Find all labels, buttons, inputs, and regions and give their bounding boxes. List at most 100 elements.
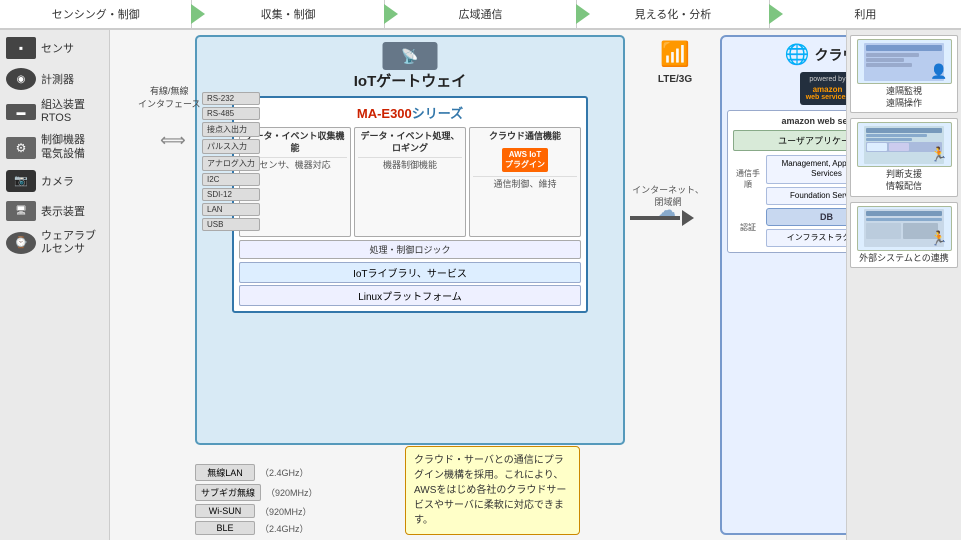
header-label-5: 利用: [854, 6, 876, 22]
iot-gateway-title: IoTゲートウェイ: [202, 70, 618, 91]
port-usb: USB: [202, 218, 260, 231]
external-img: 🏃: [857, 206, 952, 251]
ma-col3-title: クラウド通信機能: [473, 131, 577, 143]
sidebar-item-embedded: ▬ 組込装置RTOS: [3, 97, 106, 127]
cloud-popup: クラウド・サーバとの通信にプラグイン機構を採用。これにより、AWSをはじめ各社の…: [405, 446, 580, 535]
aws-left-label-2: 認証: [733, 222, 763, 233]
port-rs232: RS-232: [202, 92, 260, 105]
left-sidebar: ▪ センサ ◉ 計測器 ▬ 組込装置RTOS ⚙ 制御機器電気設備 📷 カメラ …: [0, 30, 110, 540]
ma-e300-title-prefix: MA-E300: [357, 106, 412, 121]
cloud-title-area: 🌐 クラウド: [727, 42, 846, 67]
wireless-label-4: BLE: [195, 521, 255, 535]
decision-img: 🏃: [857, 122, 952, 167]
meter-label: 計測器: [41, 71, 74, 87]
management-service-box: Management, Application Services: [766, 155, 846, 184]
gateway-router-icon: 📡: [383, 42, 438, 70]
header-label-2: 収集・制御: [261, 6, 316, 22]
embedded-label: 組込装置RTOS: [41, 99, 85, 125]
header-section-3: 広域通信: [385, 0, 577, 28]
header-section-2: 収集・制御: [192, 0, 384, 28]
control-label: 制御機器電気設備: [41, 134, 85, 160]
aws-logo-area: powered by amazon web services: [727, 72, 846, 105]
wireless-section: 無線LAN （2.4GHz） サブギガ無線 （920MHz） Wi-SUN （9…: [195, 464, 395, 535]
interface-arrow: ⟺: [160, 130, 186, 151]
ma-col-3: クラウド通信機能 AWS IoTプラグイン 通信制御、維持: [469, 127, 581, 237]
port-lan: LAN: [202, 203, 260, 216]
remote-label: 遠隔監視遠隔操作: [886, 86, 922, 109]
powered-by-text: powered by: [809, 76, 845, 83]
port-contact: 接点入出力: [202, 122, 260, 137]
db-label: DB: [820, 212, 833, 222]
ma-col2-title: データ・イベント処理、ロギング: [358, 131, 462, 154]
wireless-freq-3: （920MHz）: [260, 505, 312, 518]
wearable-label: ウェアラブルセンサ: [41, 230, 103, 256]
aws-left-labels: 通信手順 認証: [733, 155, 763, 247]
port-sdi12: SDI-12: [202, 188, 260, 201]
wireless-row-2: サブギガ無線 （920MHz）: [195, 484, 395, 501]
wireless-row-3: Wi-SUN （920MHz）: [195, 504, 395, 518]
sidebar-item-meter: ◉ 計測器: [3, 66, 106, 92]
wireless-label-2: サブギガ無線: [195, 484, 261, 501]
lte-section: 📶 LTE/3G: [635, 40, 715, 85]
header-section-4: 見える化・分析: [577, 0, 769, 28]
port-pulse: パルス入力: [202, 139, 260, 154]
camera-label: カメラ: [41, 173, 74, 189]
header-label-1: センシング・制御: [52, 6, 140, 22]
camera-icon: 📷: [6, 170, 36, 192]
wearable-icon: ⌚: [6, 232, 36, 254]
cloud-title: クラウド: [814, 45, 846, 65]
iot-library-bar: IoTライブラリ、サービス: [239, 262, 581, 283]
meter-icon: ◉: [6, 68, 36, 90]
ma-e300-grid: データ・イベント収集機能 センサ、機器対応 データ・イベント処理、ロギング 機器…: [239, 127, 581, 237]
right-item-remote: 👤 遠隔監視遠隔操作: [850, 35, 958, 113]
ma-col-2: データ・イベント処理、ロギング 機器制御機能: [354, 127, 466, 237]
embedded-icon: ▬: [6, 104, 36, 120]
port-labels: RS-232 RS-485 接点入出力 パルス入力 アナログ入力 I2C SDI…: [202, 92, 260, 231]
sidebar-item-wearable: ⌚ ウェアラブルセンサ: [3, 228, 106, 258]
aws-logo-block: powered by amazon web services: [800, 72, 846, 105]
aws-middle-boxes: Management, Application Services Foundat…: [766, 155, 846, 247]
sidebar-item-sensor: ▪ センサ: [3, 35, 106, 61]
aws-iot-badge: AWS IoTプラグイン: [502, 148, 548, 172]
aws-inner-title: amazon web services: [733, 116, 846, 126]
control-icon: ⚙: [6, 137, 36, 159]
right-sidebar: 👤 遠隔監視遠隔操作 🏃 判断支援情報配信: [846, 30, 961, 540]
aws-text: web services: [806, 94, 846, 101]
top-header: センシング・制御 収集・制御 広域通信 見える化・分析 利用: [0, 0, 961, 30]
header-label-3: 広域通信: [459, 6, 503, 22]
right-item-decision: 🏃 判断支援情報配信: [850, 118, 958, 196]
wireless-label-1: 無線LAN: [195, 464, 255, 481]
infra-box: インフラストラクチャ: [766, 229, 846, 247]
sidebar-item-display: 🖥 表示装置: [3, 199, 106, 223]
display-label: 表示装置: [41, 203, 85, 219]
ma-col2-sub: 機器制御機能: [358, 160, 462, 172]
ma-e300-title: MA-E300シリーズ: [239, 103, 581, 122]
aws-service-grid: 通信手順 認証 Management, Application Services…: [733, 155, 846, 247]
sidebar-item-control: ⚙ 制御機器電気設備: [3, 132, 106, 162]
wireless-freq-4: （2.4GHz）: [260, 522, 309, 535]
cloud-small-icon: ☁: [658, 200, 676, 221]
iot-gateway-box: 📡 IoTゲートウェイ MA-E300シリーズ データ・イベント収集機能 センサ…: [195, 35, 625, 445]
ma-bottom-row: 処理・制御ロジック: [239, 240, 581, 259]
sidebar-item-camera: 📷 カメラ: [3, 168, 106, 194]
header-section-5: 利用: [770, 0, 961, 28]
wireless-row-1: 無線LAN （2.4GHz）: [195, 464, 395, 481]
wireless-row-4: BLE （2.4GHz）: [195, 521, 395, 535]
globe-icon: 🌐: [785, 42, 810, 67]
ma-e300-box: MA-E300シリーズ データ・イベント収集機能 センサ、機器対応 データ・イベ…: [232, 96, 588, 313]
user-app-box: ユーザアプリケーション: [733, 130, 846, 151]
ma-e300-title-suffix: シリーズ: [412, 106, 463, 121]
port-i2c: I2C: [202, 173, 260, 186]
port-rs485: RS-485: [202, 107, 260, 120]
right-item-external: 🏃 外部システムとの連携: [850, 202, 958, 269]
wireless-freq-1: （2.4GHz）: [260, 466, 309, 479]
foundation-service-box: Foundation Services: [766, 187, 846, 205]
lte-label: LTE/3G: [658, 74, 692, 85]
ma-bottom-cell-1: 処理・制御ロジック: [239, 240, 581, 259]
lte-antenna-icon: 📶: [660, 40, 690, 69]
aws-left-label-1: 通信手順: [733, 168, 763, 190]
display-icon: 🖥: [6, 201, 36, 221]
cloud-box: 🌐 クラウド powered by amazon web services am…: [720, 35, 846, 535]
sensor-icon: ▪: [6, 37, 36, 59]
aws-swoosh: amazon: [813, 85, 843, 94]
